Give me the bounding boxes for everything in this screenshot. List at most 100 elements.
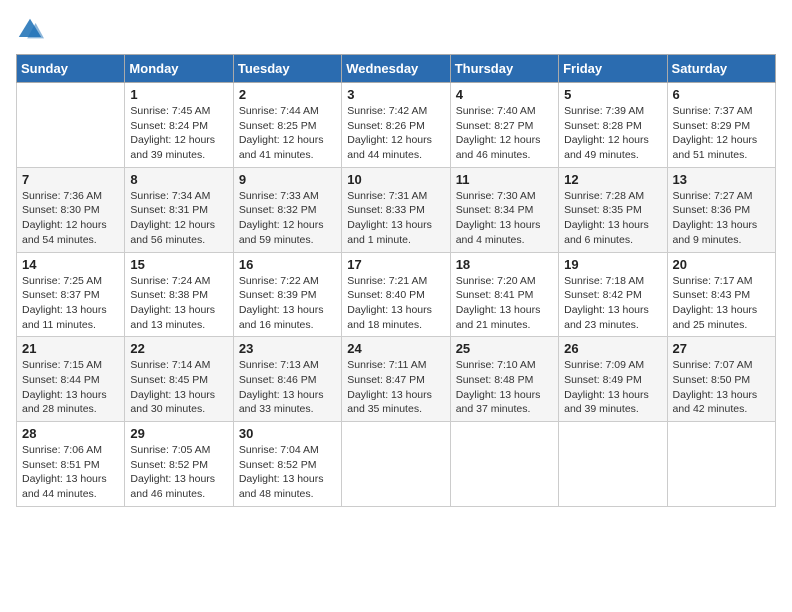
day-of-week-header: Thursday — [450, 55, 558, 83]
day-info: Sunrise: 7:09 AMSunset: 8:49 PMDaylight:… — [564, 358, 661, 417]
day-number: 28 — [22, 426, 119, 441]
calendar-cell: 29 Sunrise: 7:05 AMSunset: 8:52 PMDayligh… — [125, 422, 233, 507]
day-info: Sunrise: 7:21 AMSunset: 8:40 PMDaylight:… — [347, 274, 444, 333]
day-info: Sunrise: 7:37 AMSunset: 8:29 PMDaylight:… — [673, 104, 770, 163]
day-info: Sunrise: 7:31 AMSunset: 8:33 PMDaylight:… — [347, 189, 444, 248]
day-info: Sunrise: 7:22 AMSunset: 8:39 PMDaylight:… — [239, 274, 336, 333]
day-number: 25 — [456, 341, 553, 356]
day-number: 2 — [239, 87, 336, 102]
calendar-header-row: SundayMondayTuesdayWednesdayThursdayFrid… — [17, 55, 776, 83]
calendar-cell: 22 Sunrise: 7:14 AMSunset: 8:45 PMDayligh… — [125, 337, 233, 422]
calendar-cell: 18 Sunrise: 7:20 AMSunset: 8:41 PMDayligh… — [450, 252, 558, 337]
day-of-week-header: Saturday — [667, 55, 775, 83]
day-number: 23 — [239, 341, 336, 356]
calendar-cell: 23 Sunrise: 7:13 AMSunset: 8:46 PMDayligh… — [233, 337, 341, 422]
day-number: 14 — [22, 257, 119, 272]
day-number: 9 — [239, 172, 336, 187]
calendar-week-row: 21Sunrise: 7:15 AMSunset: 8:44 PMDayligh… — [17, 337, 776, 422]
day-info: Sunrise: 7:20 AMSunset: 8:41 PMDaylight:… — [456, 274, 553, 333]
day-info: Sunrise: 7:44 AMSunset: 8:25 PMDaylight:… — [239, 104, 336, 163]
day-info: Sunrise: 7:04 AMSunset: 8:52 PMDaylight:… — [239, 443, 336, 502]
day-number: 17 — [347, 257, 444, 272]
calendar-cell: 2 Sunrise: 7:44 AMSunset: 8:25 PMDaylight… — [233, 83, 341, 168]
day-of-week-header: Monday — [125, 55, 233, 83]
calendar-cell: 20 Sunrise: 7:17 AMSunset: 8:43 PMDayligh… — [667, 252, 775, 337]
day-number: 10 — [347, 172, 444, 187]
day-info: Sunrise: 7:28 AMSunset: 8:35 PMDaylight:… — [564, 189, 661, 248]
day-info: Sunrise: 7:39 AMSunset: 8:28 PMDaylight:… — [564, 104, 661, 163]
calendar-cell: 13 Sunrise: 7:27 AMSunset: 8:36 PMDayligh… — [667, 167, 775, 252]
day-number: 18 — [456, 257, 553, 272]
calendar-cell — [450, 422, 558, 507]
day-number: 24 — [347, 341, 444, 356]
day-info: Sunrise: 7:42 AMSunset: 8:26 PMDaylight:… — [347, 104, 444, 163]
calendar-cell: 16 Sunrise: 7:22 AMSunset: 8:39 PMDayligh… — [233, 252, 341, 337]
calendar-cell: 17 Sunrise: 7:21 AMSunset: 8:40 PMDayligh… — [342, 252, 450, 337]
logo — [16, 16, 48, 44]
day-number: 20 — [673, 257, 770, 272]
day-info: Sunrise: 7:40 AMSunset: 8:27 PMDaylight:… — [456, 104, 553, 163]
calendar-week-row: 1 Sunrise: 7:45 AMSunset: 8:24 PMDaylight… — [17, 83, 776, 168]
day-number: 21 — [22, 341, 119, 356]
day-number: 19 — [564, 257, 661, 272]
day-number: 3 — [347, 87, 444, 102]
day-number: 30 — [239, 426, 336, 441]
calendar-cell — [559, 422, 667, 507]
calendar-cell: 12 Sunrise: 7:28 AMSunset: 8:35 PMDayligh… — [559, 167, 667, 252]
calendar-cell: 11 Sunrise: 7:30 AMSunset: 8:34 PMDayligh… — [450, 167, 558, 252]
day-info: Sunrise: 7:13 AMSunset: 8:46 PMDaylight:… — [239, 358, 336, 417]
day-number: 6 — [673, 87, 770, 102]
calendar-cell: 10 Sunrise: 7:31 AMSunset: 8:33 PMDayligh… — [342, 167, 450, 252]
day-info: Sunrise: 7:10 AMSunset: 8:48 PMDaylight:… — [456, 358, 553, 417]
day-number: 22 — [130, 341, 227, 356]
calendar-cell: 24 Sunrise: 7:11 AMSunset: 8:47 PMDayligh… — [342, 337, 450, 422]
calendar-cell: 5Sunrise: 7:39 AMSunset: 8:28 PMDaylight… — [559, 83, 667, 168]
calendar-cell: 1 Sunrise: 7:45 AMSunset: 8:24 PMDaylight… — [125, 83, 233, 168]
calendar-cell: 15 Sunrise: 7:24 AMSunset: 8:38 PMDayligh… — [125, 252, 233, 337]
calendar-cell: 30 Sunrise: 7:04 AMSunset: 8:52 PMDayligh… — [233, 422, 341, 507]
day-info: Sunrise: 7:30 AMSunset: 8:34 PMDaylight:… — [456, 189, 553, 248]
day-info: Sunrise: 7:45 AMSunset: 8:24 PMDaylight:… — [130, 104, 227, 163]
day-of-week-header: Friday — [559, 55, 667, 83]
day-info: Sunrise: 7:27 AMSunset: 8:36 PMDaylight:… — [673, 189, 770, 248]
day-info: Sunrise: 7:24 AMSunset: 8:38 PMDaylight:… — [130, 274, 227, 333]
calendar-cell: 9Sunrise: 7:33 AMSunset: 8:32 PMDaylight… — [233, 167, 341, 252]
header — [16, 16, 776, 44]
day-of-week-header: Sunday — [17, 55, 125, 83]
calendar-table: SundayMondayTuesdayWednesdayThursdayFrid… — [16, 54, 776, 507]
day-number: 29 — [130, 426, 227, 441]
day-number: 4 — [456, 87, 553, 102]
calendar-cell: 27Sunrise: 7:07 AMSunset: 8:50 PMDayligh… — [667, 337, 775, 422]
day-number: 1 — [130, 87, 227, 102]
day-info: Sunrise: 7:06 AMSunset: 8:51 PMDaylight:… — [22, 443, 119, 502]
day-number: 8 — [130, 172, 227, 187]
calendar-cell — [667, 422, 775, 507]
day-number: 7 — [22, 172, 119, 187]
calendar-week-row: 7Sunrise: 7:36 AMSunset: 8:30 PMDaylight… — [17, 167, 776, 252]
calendar-cell: 4 Sunrise: 7:40 AMSunset: 8:27 PMDaylight… — [450, 83, 558, 168]
day-of-week-header: Tuesday — [233, 55, 341, 83]
calendar-cell: 25 Sunrise: 7:10 AMSunset: 8:48 PMDayligh… — [450, 337, 558, 422]
calendar-cell: 7Sunrise: 7:36 AMSunset: 8:30 PMDaylight… — [17, 167, 125, 252]
day-info: Sunrise: 7:14 AMSunset: 8:45 PMDaylight:… — [130, 358, 227, 417]
calendar-cell: 3 Sunrise: 7:42 AMSunset: 8:26 PMDaylight… — [342, 83, 450, 168]
day-number: 15 — [130, 257, 227, 272]
day-info: Sunrise: 7:18 AMSunset: 8:42 PMDaylight:… — [564, 274, 661, 333]
calendar-cell: 21Sunrise: 7:15 AMSunset: 8:44 PMDayligh… — [17, 337, 125, 422]
day-number: 13 — [673, 172, 770, 187]
calendar-cell — [17, 83, 125, 168]
day-info: Sunrise: 7:25 AMSunset: 8:37 PMDaylight:… — [22, 274, 119, 333]
day-info: Sunrise: 7:17 AMSunset: 8:43 PMDaylight:… — [673, 274, 770, 333]
calendar-week-row: 28 Sunrise: 7:06 AMSunset: 8:51 PMDayligh… — [17, 422, 776, 507]
calendar-week-row: 14 Sunrise: 7:25 AMSunset: 8:37 PMDayligh… — [17, 252, 776, 337]
day-number: 11 — [456, 172, 553, 187]
day-number: 16 — [239, 257, 336, 272]
day-info: Sunrise: 7:05 AMSunset: 8:52 PMDaylight:… — [130, 443, 227, 502]
calendar-cell: 28 Sunrise: 7:06 AMSunset: 8:51 PMDayligh… — [17, 422, 125, 507]
day-of-week-header: Wednesday — [342, 55, 450, 83]
calendar-cell: 19 Sunrise: 7:18 AMSunset: 8:42 PMDayligh… — [559, 252, 667, 337]
logo-icon — [16, 16, 44, 44]
day-info: Sunrise: 7:11 AMSunset: 8:47 PMDaylight:… — [347, 358, 444, 417]
calendar-cell: 8Sunrise: 7:34 AMSunset: 8:31 PMDaylight… — [125, 167, 233, 252]
day-number: 12 — [564, 172, 661, 187]
